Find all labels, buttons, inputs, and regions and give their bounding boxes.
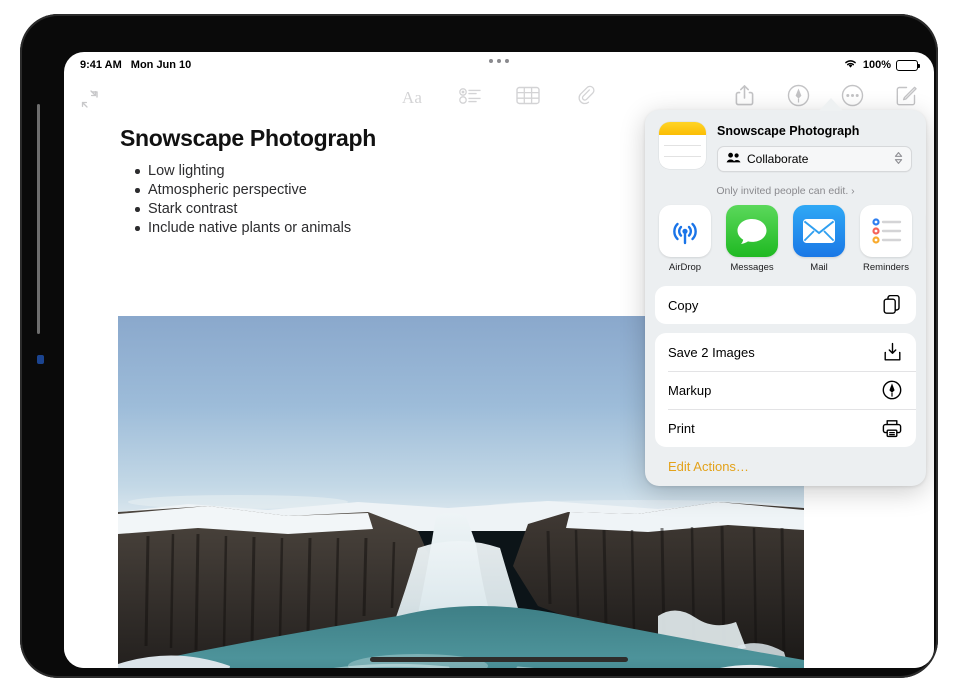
page-title: Snowscape Photograph: [120, 125, 376, 152]
device-side-indicator: [37, 355, 44, 364]
checklist-icon: [459, 87, 481, 110]
action-label: Copy: [668, 298, 881, 313]
markup-pen-icon: [787, 84, 810, 112]
battery-full-icon: [896, 60, 918, 71]
device-edge-left: [37, 104, 40, 334]
multitask-dot: [489, 59, 493, 63]
chevron-up-down-icon: [894, 151, 903, 168]
ipad-screen: 9:41 AM Mon Jun 10 100%: [64, 52, 934, 668]
share-actions-group-2: Save 2 Images Markup: [655, 333, 916, 447]
action-label: Save 2 Images: [668, 345, 881, 360]
attachment-button[interactable]: [572, 84, 600, 112]
action-markup[interactable]: Markup: [655, 371, 916, 409]
action-copy[interactable]: Copy: [655, 286, 916, 324]
collaborate-dropdown[interactable]: Collaborate: [717, 146, 912, 172]
share-target-reminders[interactable]: Reminders: [860, 205, 912, 273]
share-target-label: AirDrop: [659, 262, 711, 273]
share-icon: [735, 84, 754, 112]
airdrop-icon: [659, 205, 711, 257]
share-target-messages[interactable]: Messages: [726, 205, 778, 273]
markup-button[interactable]: [784, 84, 812, 112]
list-item: Include native plants or animals: [148, 219, 351, 238]
share-target-airdrop[interactable]: AirDrop: [659, 205, 711, 273]
edit-actions-button[interactable]: Edit Actions…: [645, 447, 926, 474]
action-print[interactable]: Print: [655, 409, 916, 447]
share-actions-group-1: Copy: [655, 286, 916, 324]
paperclip-icon: [576, 85, 596, 112]
two-people-icon: [726, 152, 741, 166]
status-bar: 9:41 AM Mon Jun 10 100%: [64, 52, 934, 78]
messages-icon: [726, 205, 778, 257]
table-button[interactable]: [514, 84, 542, 112]
collapse-arrows-icon[interactable]: [76, 86, 102, 112]
action-label: Print: [668, 421, 881, 436]
format-text-button[interactable]: Aa: [398, 84, 426, 112]
ellipsis-circle-icon: [841, 84, 864, 112]
wifi-icon: [843, 58, 858, 72]
list-item: Atmospheric perspective: [148, 181, 351, 200]
compose-icon: [895, 84, 918, 112]
copy-icon: [881, 294, 903, 316]
multitask-dot: [505, 59, 509, 63]
notes-app-icon: [659, 122, 706, 169]
share-sheet-header: Snowscape Photograph Collaborate: [645, 110, 926, 176]
printer-icon: [881, 417, 903, 439]
multitasking-handle[interactable]: [489, 59, 509, 63]
share-sheet-popover: Snowscape Photograph Collaborate: [645, 110, 926, 486]
share-targets-row[interactable]: AirDrop Messages: [645, 199, 926, 277]
reminders-icon: [860, 205, 912, 257]
share-target-label: Mail: [793, 262, 845, 273]
compose-button[interactable]: [892, 84, 920, 112]
permission-note[interactable]: Only invited people can edit. ›: [645, 176, 926, 199]
share-target-label: Reminders: [860, 262, 912, 273]
list-item: Low lighting: [148, 162, 351, 181]
battery-percent: 100%: [863, 59, 891, 71]
mail-icon: [793, 205, 845, 257]
status-date: Mon Jun 10: [131, 59, 192, 71]
toolbar-center-group: Aa: [398, 84, 600, 112]
save-download-icon: [881, 341, 903, 363]
share-target-mail[interactable]: Mail: [793, 205, 845, 273]
share-document-title: Snowscape Photograph: [717, 124, 912, 138]
popover-arrow: [819, 98, 843, 111]
checklist-button[interactable]: [456, 84, 484, 112]
status-bar-right: 100%: [843, 58, 918, 72]
action-label: Markup: [668, 383, 881, 398]
format-aa-icon: Aa: [402, 88, 422, 108]
list-item: Stark contrast: [148, 200, 351, 219]
home-indicator[interactable]: [370, 657, 628, 662]
note-bullet-list: Low lighting Atmospheric perspective Sta…: [126, 162, 351, 238]
table-icon: [516, 86, 540, 110]
collaborate-label: Collaborate: [747, 152, 888, 166]
status-time: 9:41 AM: [80, 59, 122, 71]
markup-pen-icon: [881, 379, 903, 401]
chevron-right-icon: ›: [851, 185, 855, 197]
screenshot-root: 9:41 AM Mon Jun 10 100%: [0, 0, 958, 692]
status-bar-left: 9:41 AM Mon Jun 10: [80, 59, 191, 71]
action-save-images[interactable]: Save 2 Images: [655, 333, 916, 371]
share-button[interactable]: [730, 84, 758, 112]
ipad-device-frame: 9:41 AM Mon Jun 10 100%: [20, 14, 938, 678]
share-target-label: Messages: [726, 262, 778, 273]
multitask-dot: [497, 59, 501, 63]
permission-note-text: Only invited people can edit.: [716, 185, 848, 197]
